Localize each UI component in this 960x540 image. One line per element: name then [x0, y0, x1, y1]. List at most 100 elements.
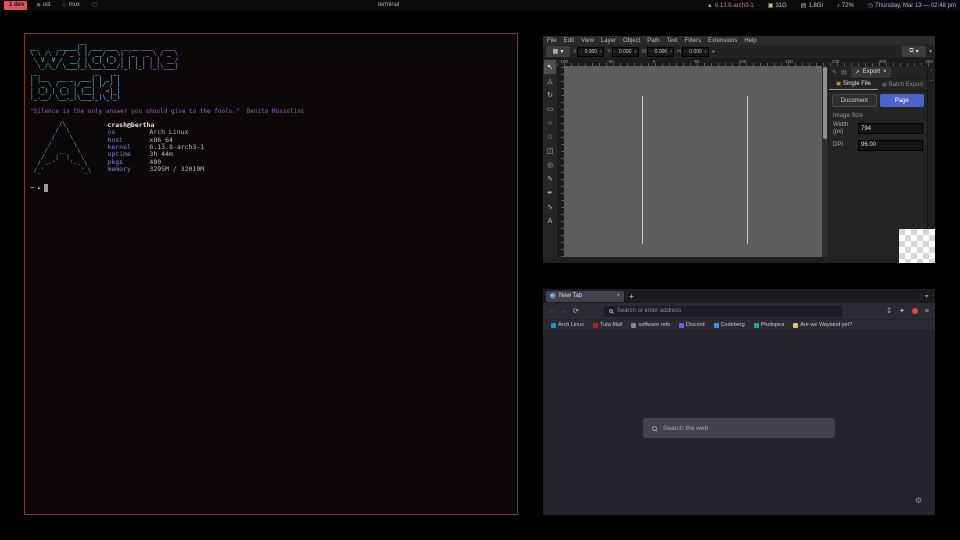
system-fetch: /\ / \ / \ / \ / __ \ / | | \ / .-' '-. … — [30, 122, 512, 175]
toolbar-overflow-icon[interactable]: ▾ — [929, 48, 932, 55]
menu-item[interactable]: Filters — [685, 38, 701, 44]
ellipse-tool-icon[interactable]: ○ — [544, 116, 556, 130]
layers-dialog-icon[interactable]: ▤ — [841, 69, 847, 76]
increment-icon[interactable]: + — [634, 49, 637, 55]
workspace-tag[interactable]: ◉ ust — [33, 1, 53, 10]
shell-prompt[interactable]: ~ ▸ — [30, 184, 512, 192]
field-label: W — [642, 49, 647, 55]
spinbox[interactable]: − 0.000 + — [577, 47, 604, 57]
decrement-icon[interactable]: − — [614, 49, 617, 55]
node-tool-icon[interactable]: ◬ — [544, 74, 556, 88]
menu-item[interactable]: Layer — [601, 38, 616, 44]
workspace-tag[interactable]: 1 dev — [4, 1, 27, 10]
menu-item[interactable]: Object — [623, 38, 640, 44]
status-module: ▲ 6.13.8-arch3-1 — [707, 3, 754, 9]
rectangle-tool-icon[interactable]: ▭ — [544, 102, 556, 116]
coordinate-field: X − 0.000 + — [573, 47, 604, 57]
search-placeholder: Search the web — [663, 425, 708, 432]
scope-button[interactable]: Document — [832, 94, 877, 107]
terminal-cursor — [44, 184, 48, 192]
decrement-icon[interactable]: − — [684, 49, 687, 55]
tag-label: mux — [69, 1, 80, 10]
forward-button[interactable]: → — [561, 308, 568, 315]
horizontal-ruler: -100-50050100150200250300 — [557, 59, 935, 66]
selection-mode-dropdown[interactable]: ▦▾ — [546, 46, 570, 57]
bookmark-item[interactable]: Discord — [679, 322, 705, 328]
web-search-box[interactable]: Search the web — [643, 418, 835, 438]
workspace-tag[interactable]: ▢ — [89, 1, 102, 10]
volume-icon: ♪ — [837, 3, 840, 9]
menu-item[interactable]: Extensions — [708, 38, 737, 44]
drawing-canvas[interactable] — [564, 66, 822, 257]
increment-icon[interactable]: + — [669, 49, 672, 55]
star-tool-icon[interactable]: ☆ — [544, 130, 556, 144]
spinbox[interactable]: − 0.000 + — [647, 47, 674, 57]
bookmark-item[interactable]: Arch Linux — [551, 322, 584, 328]
spiral-tool-icon[interactable]: ◎ — [544, 158, 556, 172]
menu-icon[interactable]: ≡ — [925, 308, 929, 315]
scrollbar-thumb[interactable] — [823, 67, 827, 139]
bookmark-label: Tuta Mail — [600, 322, 622, 328]
pencil-tool-icon[interactable]: ✎ — [544, 172, 556, 186]
downloads-icon[interactable]: ↧ — [886, 307, 892, 315]
bookmark-item[interactable]: Photopea — [754, 322, 785, 328]
box3d-tool-icon[interactable]: ◫ — [544, 144, 556, 158]
fill-stroke-dialog-icon[interactable]: ✎ — [832, 69, 837, 76]
menu-item[interactable]: Path — [647, 38, 659, 44]
pen-tool-icon[interactable]: ✒ — [544, 186, 556, 200]
back-button[interactable]: ← — [549, 308, 556, 315]
browser-tab[interactable]: New Tab × — [546, 291, 624, 302]
focused-window-title: terminal — [378, 0, 399, 11]
dpi-input[interactable]: 96.00 — [858, 140, 923, 151]
menu-item[interactable]: View — [581, 38, 594, 44]
zoom-rotate-tool-icon[interactable]: ↻ — [544, 88, 556, 102]
fetch-info: crash@bertha osArch Linux hostx86_64 ker… — [107, 122, 204, 175]
bookmark-item[interactable]: Tuta Mail — [593, 322, 622, 328]
export-dialog-tab[interactable]: ↗ Export × — [851, 67, 891, 78]
bookmark-item[interactable]: Codeberg — [714, 322, 745, 328]
spinbox[interactable]: − 0.000 + — [682, 47, 709, 57]
recording-indicator-icon[interactable] — [912, 308, 918, 314]
inkscape-statusbar — [543, 257, 935, 263]
new-tab-button[interactable]: + — [629, 292, 634, 301]
tab-close-icon[interactable]: × — [616, 293, 620, 299]
field-value: 0.000 — [655, 49, 668, 55]
export-icon: ↗ — [855, 69, 860, 76]
export-mode-tab[interactable]: ▣ Batch Export — [878, 79, 927, 90]
menu-item[interactable]: File — [547, 38, 557, 44]
width-label: Width (px) — [833, 122, 855, 136]
reload-button[interactable]: ⟳ — [573, 307, 579, 315]
bookmark-label: Photopea — [761, 322, 785, 328]
menu-item[interactable]: Edit — [564, 38, 574, 44]
extensions-icon[interactable]: ✦ — [899, 307, 905, 315]
decrement-icon[interactable]: − — [649, 49, 652, 55]
file-icon: ▣ — [836, 81, 841, 87]
status-bar: 1 dev ◉ ust ◇ mux ▢ terminal ▲ 6.13.8-ar… — [0, 0, 960, 11]
lock-ratio-icon[interactable]: ● — [712, 49, 715, 55]
calligraphy-tool-icon[interactable]: ∿ — [544, 200, 556, 214]
list-tabs-chevron-icon[interactable]: ▾ — [925, 293, 928, 300]
close-icon[interactable]: × — [883, 69, 887, 75]
bookmark-item[interactable]: software refs — [631, 322, 669, 328]
bookmark-item[interactable]: Are we Wayland yet? — [793, 322, 852, 328]
url-bar[interactable]: Search or enter address — [604, 306, 842, 317]
terminal-window[interactable]: _ __ _____| | ___ ___ _ __ ___ ___ \ \ /… — [24, 33, 518, 515]
personalize-gear-icon[interactable]: ⚙ — [915, 496, 922, 505]
menu-item[interactable]: Help — [744, 38, 756, 44]
text-tool-icon[interactable]: A — [544, 214, 556, 228]
increment-icon[interactable]: + — [599, 49, 602, 55]
increment-icon[interactable]: + — [704, 49, 707, 55]
chevron-down-icon: ▾ — [560, 48, 563, 55]
selector-tool-icon[interactable]: ↖ — [544, 60, 556, 74]
workspace-tag[interactable]: ◇ mux — [60, 1, 83, 10]
width-input[interactable]: 794 — [858, 123, 923, 134]
export-mode-tab[interactable]: ▣ Single File — [829, 79, 878, 90]
menu-item[interactable]: Text — [667, 38, 678, 44]
scope-button[interactable]: Page — [880, 94, 925, 107]
transform-dropdown[interactable]: ⧉▾ — [902, 46, 926, 57]
field-value: 0.000 — [689, 49, 702, 55]
page-border-right — [747, 96, 748, 244]
disk-icon: ▣ — [768, 2, 774, 9]
spinbox[interactable]: − 0.000 + — [612, 47, 639, 57]
decrement-icon[interactable]: − — [579, 49, 582, 55]
